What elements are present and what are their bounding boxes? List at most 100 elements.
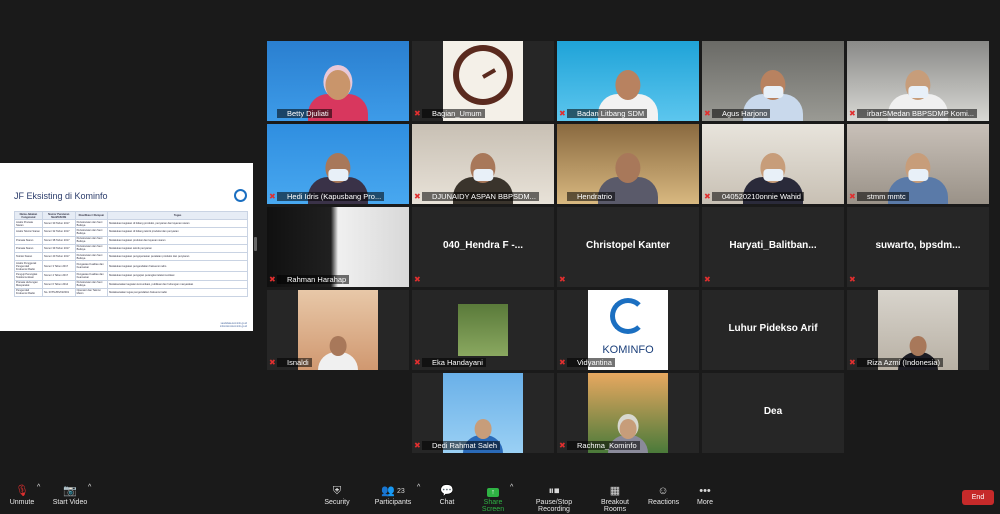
participant-tile[interactable]: Dea: [702, 373, 844, 453]
participant-tile[interactable]: ✖ Agus Harjono: [702, 41, 844, 121]
slide-table-cell: Nomor 30 Tahun 2017: [41, 219, 76, 229]
unmute-button[interactable]: 🎙 Unmute: [6, 484, 38, 506]
participants-count: 23: [396, 488, 405, 495]
participant-tile[interactable]: ✖ Riza Azmi (Indonesia): [847, 290, 989, 370]
mic-muted-icon: ✖: [269, 275, 276, 284]
slide-table-row: Pranata Siaran Nomor 38 Tahun 2017 Pertele…: [14, 235, 248, 245]
reactions-button[interactable]: ☺ Reactions: [648, 484, 680, 506]
slide-footer-line: infosinkronkominfo.go.id: [220, 325, 247, 328]
slide-table-cell: Melakukan kegiatan di bidang teknik prod…: [107, 227, 248, 237]
pause-stop-recording-button[interactable]: ⏸⏹ Pause/Stop Recording: [522, 484, 586, 513]
participant-tile[interactable]: ✖ 040520210onnie Wahid: [702, 124, 844, 204]
slide-table-cell: Melaksanakan kegiatan komunikasi, publik…: [107, 279, 248, 289]
participant-tile[interactable]: Haryati_Balitban... ✖: [702, 207, 844, 287]
slide-table-cell: Melakukan kegiatan pengoperasian peralat…: [107, 251, 248, 262]
mic-muted-icon: 🎙: [15, 485, 29, 497]
slide-table-cell: Nomor 3 Tahun 2017: [41, 260, 76, 273]
participant-name: Riza Azmi (Indonesia): [857, 358, 943, 367]
participant-head: [474, 418, 492, 439]
participant-name: Bagian_Umum: [422, 109, 485, 118]
participant-tile[interactable]: Betty Djuliati: [267, 41, 409, 121]
share-screen-button[interactable]: ↑ Share Screen: [473, 484, 513, 513]
slide-table-cell: Pranata Siaran: [14, 243, 43, 253]
participant-display-name: Dea: [763, 406, 783, 417]
participant-tile[interactable]: 040_Hendra F -... ✖: [412, 207, 554, 287]
mic-muted-icon: ✖: [559, 441, 566, 450]
participant-tile[interactable]: ✖ irbarSMedan BBPSDMP Komi...: [847, 41, 989, 121]
mic-muted-icon: ✖: [559, 275, 566, 284]
audio-options-caret[interactable]: ^: [37, 484, 40, 491]
face-mask: [472, 168, 494, 181]
mic-muted-icon: ✖: [704, 109, 711, 118]
slide-table-cell: Pertelevisian dan Seni Budaya: [74, 251, 109, 262]
slide-table-row: Penguji Perangkat Telekomunikasi Nomor 4 …: [14, 271, 248, 281]
participant-name: Vidyantina: [567, 358, 615, 367]
emoji-icon: ☺: [657, 485, 669, 497]
participant-tile[interactable]: Christopel Kanter ✖: [557, 207, 699, 287]
participant-name: irbarSMedan BBPSDMP Komi...: [857, 109, 977, 118]
end-meeting-button[interactable]: End: [962, 490, 994, 505]
participant-tile[interactable]: KOMINFO ✖ Vidyantina: [557, 290, 699, 370]
mic-muted-icon: ✖: [704, 275, 711, 284]
participant-name: Rachma_Kominfo: [567, 441, 640, 450]
participant-tile[interactable]: ✖ Dedi Rahmat Saleh: [412, 373, 554, 453]
mic-muted-icon: ✖: [704, 192, 711, 201]
more-label: More: [697, 499, 713, 506]
start-video-button[interactable]: 📷 Start Video: [50, 484, 90, 506]
participant-tile[interactable]: ✖ DJUNAIDY ASPAN BBPSDM...: [412, 124, 554, 204]
participant-tile[interactable]: ✖ Hedi Idris (Kapusbang Pro...: [267, 124, 409, 204]
participant-head: [760, 152, 786, 183]
chat-button[interactable]: 💬 Chat: [435, 484, 459, 506]
mic-muted-icon: ✖: [559, 358, 566, 367]
shield-icon: ⛨: [332, 485, 342, 497]
slide-footer: sandidata.kominfo.go.id infosinkronkomin…: [220, 322, 247, 328]
slide-table-cell: Pertelevisian dan Seni Budaya: [74, 227, 109, 237]
video-options-caret[interactable]: ^: [88, 484, 91, 491]
participant-head: [905, 152, 931, 183]
slide-table-cell: Nomor 32 Tahun 2017: [41, 227, 76, 237]
participant-name: Isnaldi: [277, 358, 312, 367]
slide-table-cell: Pengawas Kualitas dan Keamanan: [74, 271, 109, 281]
participant-tile[interactable]: suwarto, bpsdm... ✖: [847, 207, 989, 287]
slide-table-row: Analis Penggerak Pengendali Frekuensi Ra…: [14, 260, 248, 273]
face-mask: [327, 168, 349, 181]
participant-display-name: Haryati_Balitban...: [729, 240, 817, 251]
share-options-caret[interactable]: ^: [510, 484, 513, 491]
security-button[interactable]: ⛨ Security: [322, 484, 352, 506]
ellipsis-icon: •••: [699, 485, 711, 497]
participant-tile[interactable]: ✖ Eka Handayani: [412, 290, 554, 370]
participant-tile[interactable]: ✖ Rachma_Kominfo: [557, 373, 699, 453]
slide-table-cell: Nomor 6 Tahun 2014: [41, 279, 76, 289]
slide-table-row: Pranata Siaran Nomor 39 Tahun 2017 Pertele…: [14, 243, 248, 253]
participants-label: Participants: [374, 499, 412, 506]
kominfo-logo-icon: [234, 189, 247, 202]
slide-table-cell: Analis Teknisi Siaran: [14, 227, 43, 237]
participant-tile[interactable]: ✖ Isnaldi: [267, 290, 409, 370]
unmute-label: Unmute: [9, 499, 35, 506]
participant-tile[interactable]: Luhur Pidekso Arif: [702, 290, 844, 370]
slide-table-row: Analis Teknisi Siaran Nomor 32 Tahun 2017…: [14, 227, 248, 237]
more-button[interactable]: ••• More: [693, 484, 717, 506]
face-mask: [907, 85, 929, 98]
breakout-label: Breakout Rooms: [600, 499, 630, 513]
resize-handle[interactable]: [254, 237, 257, 251]
mic-muted-icon: ✖: [849, 358, 856, 367]
meeting-toolbar: 🎙 Unmute ^ 📷 Start Video ^ ⛨ Security 👥 2…: [0, 480, 1000, 514]
participant-head: [905, 69, 931, 100]
participant-tile[interactable]: Hendratrio: [557, 124, 699, 204]
participant-display-name: suwarto, bpsdm...: [875, 240, 961, 251]
participant-name: DJUNAIDY ASPAN BBPSDM...: [422, 192, 539, 201]
participant-name: Eka Handayani: [422, 358, 486, 367]
participant-name: Hedi Idris (Kapusbang Pro...: [277, 192, 385, 201]
slide-table-cell: Analis Penggerak Pengendali Frekuensi Ra…: [14, 260, 43, 273]
participant-tile[interactable]: ✖ stmm mmtc: [847, 124, 989, 204]
participants-button[interactable]: 👥 23 Participants: [372, 484, 414, 506]
participant-head: [329, 335, 347, 356]
participant-tile[interactable]: ✖ Rahman Harahap: [267, 207, 409, 287]
participant-tile[interactable]: ✖ Badan Litbang SDM: [557, 41, 699, 121]
participant-tile[interactable]: ✖ Bagian_Umum: [412, 41, 554, 121]
participants-options-caret[interactable]: ^: [417, 484, 420, 491]
breakout-rooms-button[interactable]: ▦ Breakout Rooms: [592, 484, 638, 513]
reactions-label: Reactions: [648, 499, 680, 506]
slide-table-cell: Analis Pranata Siaran: [14, 219, 43, 229]
